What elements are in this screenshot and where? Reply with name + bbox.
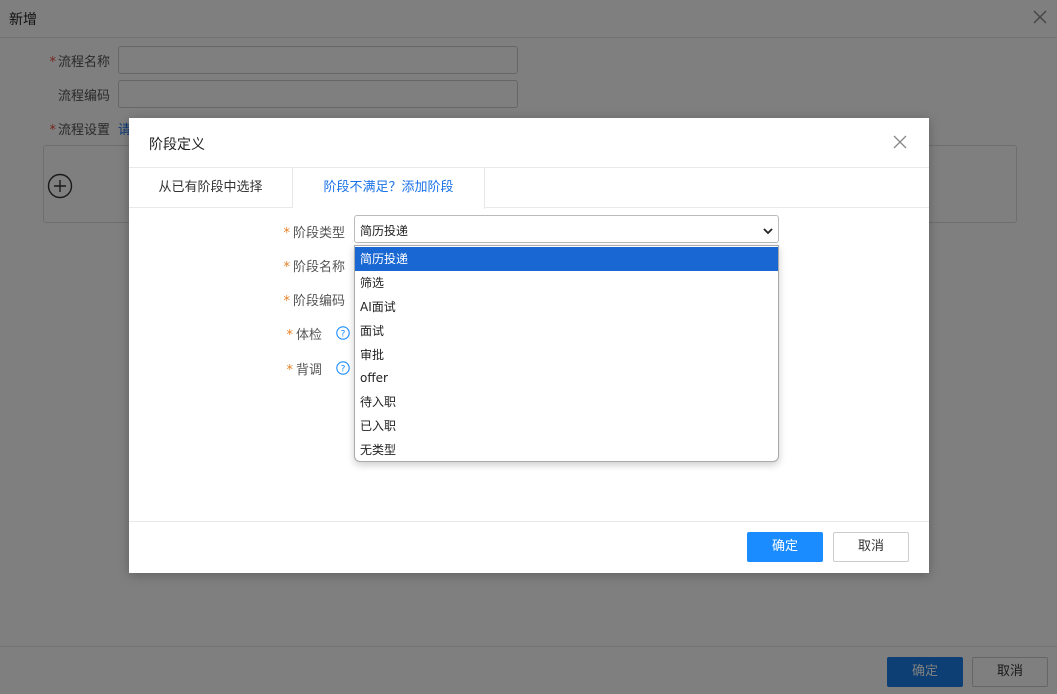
stage-type-label: * 阶段类型 <box>283 226 345 241</box>
tab-add-stage[interactable]: 阶段不满足？添加阶段 <box>293 168 485 209</box>
tab-select-existing[interactable]: 从已有阶段中选择 <box>129 168 293 208</box>
stage-type-selected-value: 简历投递 <box>360 224 409 238</box>
option-item[interactable]: AI面试 <box>355 295 778 319</box>
stage-code-label: * 阶段编码 <box>283 294 345 309</box>
cancel-button[interactable]: 取消 <box>833 532 909 562</box>
option-item[interactable]: 面试 <box>355 319 778 343</box>
dialog-tabs: 从已有阶段中选择 阶段不满足？添加阶段 <box>129 168 929 209</box>
option-item[interactable]: 审批 <box>355 343 778 367</box>
svg-text:?: ? <box>341 330 346 340</box>
help-icon[interactable]: ? <box>336 326 350 340</box>
confirm-button[interactable]: 确定 <box>747 532 823 562</box>
option-item[interactable]: 筛选 <box>355 271 778 295</box>
option-item[interactable]: 简历投递 <box>355 247 778 271</box>
chevron-down-icon <box>762 225 774 235</box>
option-item[interactable]: 无类型 <box>355 438 778 461</box>
stage-type-select[interactable]: 简历投递 <box>354 215 779 243</box>
option-item[interactable]: 已入职 <box>355 414 778 438</box>
medical-check-label: * 体检 <box>286 328 322 343</box>
help-icon[interactable]: ? <box>336 361 350 375</box>
close-icon[interactable] <box>892 134 908 150</box>
dialog-header: 阶段定义 <box>129 118 929 168</box>
option-item[interactable]: 待入职 <box>355 390 778 414</box>
stage-type-options: 简历投递 筛选 AI面试 面试 审批 offer 待入职 已入职 无类型 <box>354 245 779 462</box>
dialog-title: 阶段定义 <box>149 137 205 153</box>
stage-definition-dialog: 阶段定义 从已有阶段中选择 阶段不满足？添加阶段 * 阶段类型 * 阶段名称 * 阶段… <box>129 118 929 573</box>
stage-name-label: * 阶段名称 <box>283 260 345 275</box>
svg-text:?: ? <box>341 365 346 375</box>
background-check-label: * 背调 <box>286 363 322 378</box>
option-item[interactable]: offer <box>355 366 778 390</box>
